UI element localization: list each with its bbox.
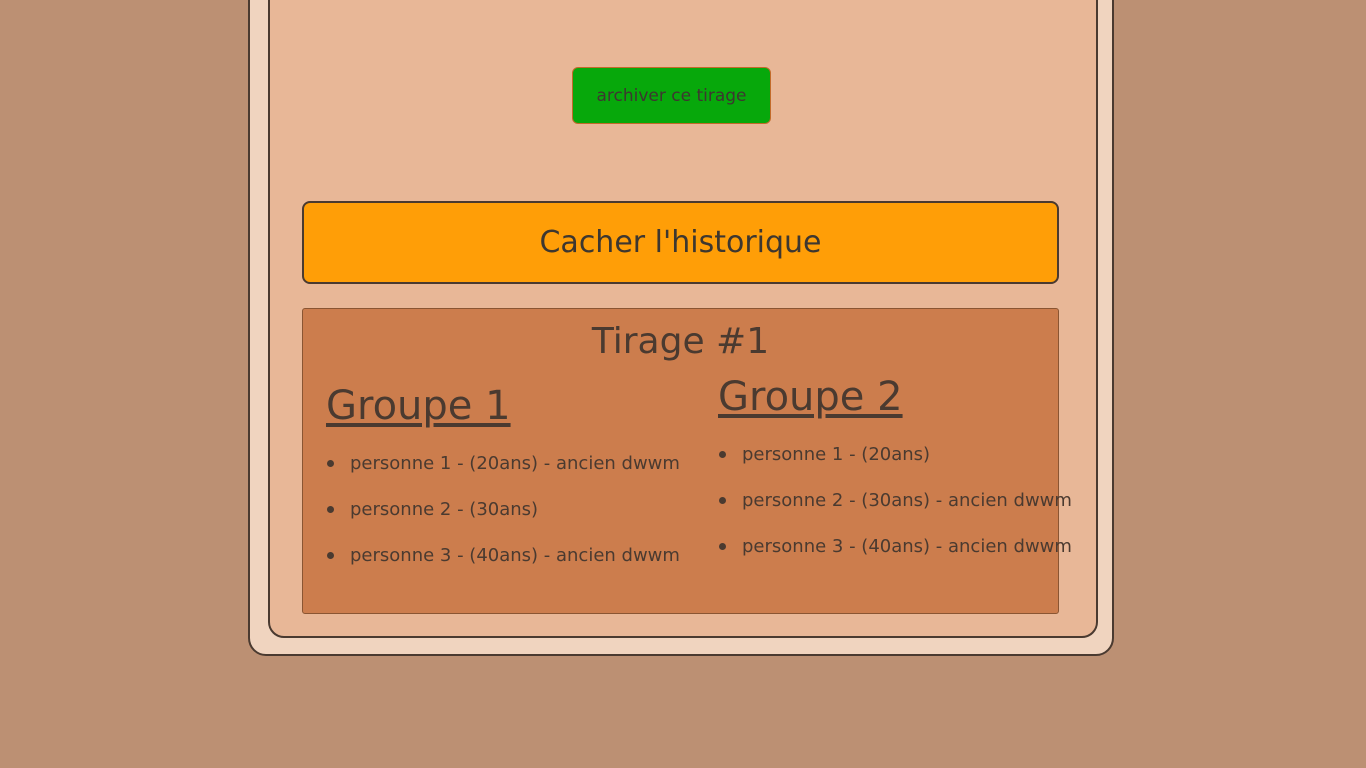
list-item: personne 3 - (40ans) - ancien dwwm [326, 533, 680, 579]
list-item: personne 1 - (20ans) - ancien dwwm [326, 441, 680, 487]
hide-history-button[interactable]: Cacher l'historique [302, 201, 1059, 284]
member-label: personne 1 - (20ans) [742, 444, 931, 465]
list-item: personne 3 - (40ans) - ancien dwwm [718, 524, 1072, 570]
group-card: Groupe 2 personne 1 - (20ans) personne 2… [718, 374, 1072, 570]
group-title: Groupe 1 [326, 383, 511, 429]
member-label: personne 2 - (30ans) - ancien dwwm [742, 490, 1072, 511]
bullet-icon [719, 497, 726, 504]
bullet-icon [327, 552, 334, 559]
bullet-icon [719, 451, 726, 458]
group-card: Groupe 1 personne 1 - (20ans) - ancien d… [326, 383, 680, 579]
bullet-icon [327, 506, 334, 513]
group-member-list: personne 1 - (20ans) personne 2 - (30ans… [718, 432, 1072, 570]
member-label: personne 3 - (40ans) - ancien dwwm [742, 536, 1072, 557]
member-label: personne 1 - (20ans) - ancien dwwm [350, 453, 680, 474]
list-item: personne 2 - (30ans) [326, 487, 680, 533]
archive-draw-button[interactable]: archiver ce tirage [572, 67, 771, 124]
draw-history-panel: Tirage #1 Groupe 1 personne 1 - (20ans) … [302, 308, 1072, 614]
bullet-icon [327, 460, 334, 467]
group-member-list: personne 1 - (20ans) - ancien dwwm perso… [326, 441, 680, 579]
group-title: Groupe 2 [718, 374, 903, 420]
list-item: personne 2 - (30ans) - ancien dwwm [718, 478, 1072, 524]
member-label: personne 2 - (30ans) [350, 499, 539, 520]
draw-title: Tirage #1 [591, 321, 770, 362]
bullet-icon [719, 543, 726, 550]
member-label: personne 3 - (40ans) - ancien dwwm [350, 545, 680, 566]
list-item: personne 1 - (20ans) [718, 432, 1072, 478]
